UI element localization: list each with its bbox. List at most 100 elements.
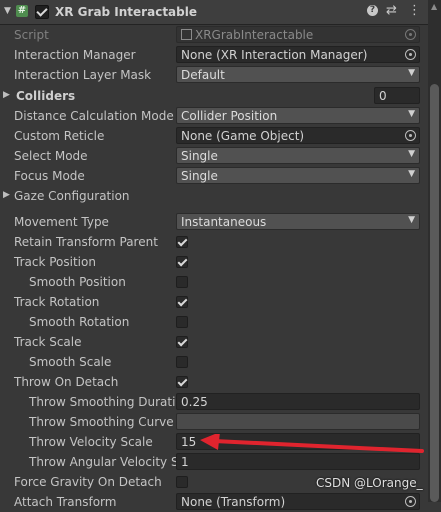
custom-reticle-field[interactable]: None (Game Object) [176, 127, 420, 144]
track-scale-checkbox[interactable] [176, 336, 188, 348]
movement-type-value: Instantaneous [181, 215, 267, 229]
label-throw-smoothing-curve: Throw Smoothing Curve [29, 415, 174, 429]
custom-reticle-value: None (Game Object) [181, 129, 305, 143]
dropdown-arrow-icon: ▼ [408, 169, 415, 179]
retain-transform-parent-checkbox[interactable] [176, 236, 188, 248]
row-select-mode: Select Mode Single ▼ [0, 146, 428, 166]
object-picker-icon[interactable] [405, 49, 416, 60]
row-interaction-layer-mask: Interaction Layer Mask Default ▼ [0, 65, 428, 85]
smooth-position-checkbox[interactable] [176, 276, 188, 288]
row-attach-transform: Attach Transform None (Transform) [0, 492, 428, 512]
dropdown-arrow-icon: ▼ [408, 68, 415, 78]
throw-on-detach-checkbox[interactable] [176, 376, 188, 388]
more-options-icon[interactable]: ⋮ [408, 4, 421, 18]
throw-smoothing-duration-input[interactable]: 0.25 [176, 393, 420, 410]
row-track-rotation: Track Rotation [0, 292, 428, 312]
inspector-scrollbar-thumb[interactable] [430, 84, 439, 502]
smooth-rotation-checkbox[interactable] [176, 316, 188, 328]
label-track-rotation: Track Rotation [14, 295, 100, 309]
scroll-up-arrow-icon[interactable]: ▲ [431, 2, 437, 11]
distance-calc-mode-value: Collider Position [181, 109, 278, 123]
fold-arrow-icon[interactable]: ▶ [3, 90, 10, 100]
component-enabled-checkbox[interactable] [35, 5, 49, 19]
throw-smoothing-curve-field[interactable] [176, 413, 420, 430]
row-retain-transform-parent: Retain Transform Parent [0, 232, 428, 252]
select-mode-dropdown[interactable]: Single ▼ [176, 147, 420, 164]
dropdown-arrow-icon: ▼ [408, 149, 415, 159]
focus-mode-dropdown[interactable]: Single ▼ [176, 167, 420, 184]
label-smooth-scale: Smooth Scale [29, 355, 112, 369]
label-script: Script [14, 28, 49, 42]
movement-type-dropdown[interactable]: Instantaneous ▼ [176, 213, 420, 230]
object-picker-icon[interactable] [405, 130, 416, 141]
row-throw-on-detach: Throw On Detach [0, 372, 428, 392]
fold-arrow-icon[interactable]: ▼ [4, 6, 11, 16]
script-component-icon: # [16, 5, 28, 17]
component-header[interactable]: ▼ # XR Grab Interactable ? ⇄ ⋮ [0, 0, 428, 25]
colliders-size-input[interactable]: 0 [374, 87, 420, 104]
label-throw-velocity-scale: Throw Velocity Scale [29, 435, 153, 449]
label-smooth-rotation: Smooth Rotation [29, 315, 130, 329]
interaction-layer-mask-value: Default [181, 68, 225, 82]
script-file-icon [181, 29, 192, 40]
dropdown-arrow-icon: ▼ [408, 109, 415, 119]
label-force-gravity-on-detach: Force Gravity On Detach [14, 475, 162, 489]
label-gaze-configuration: Gaze Configuration [14, 189, 130, 203]
object-picker-icon [405, 29, 416, 40]
row-throw-smoothing-curve: Throw Smoothing Curve [0, 412, 428, 432]
row-movement-type: Movement Type Instantaneous ▼ [0, 212, 428, 232]
label-custom-reticle: Custom Reticle [14, 129, 105, 143]
row-custom-reticle: Custom Reticle None (Game Object) [0, 126, 428, 146]
row-smooth-rotation: Smooth Rotation [0, 312, 428, 332]
label-interaction-layer-mask: Interaction Layer Mask [14, 68, 152, 82]
row-focus-mode: Focus Mode Single ▼ [0, 166, 428, 186]
row-interaction-manager: Interaction Manager None (XR Interaction… [0, 45, 428, 65]
row-smooth-scale: Smooth Scale [0, 352, 428, 372]
throw-velocity-scale-input[interactable]: 15 [176, 433, 420, 450]
label-focus-mode: Focus Mode [14, 169, 85, 183]
label-colliders: Colliders [16, 89, 76, 103]
script-value: XRGrabInteractable [195, 28, 314, 42]
label-movement-type: Movement Type [14, 215, 109, 229]
component-title: XR Grab Interactable [55, 5, 197, 19]
row-throw-smoothing-duration: Throw Smoothing Duratio 0.25 [0, 392, 428, 412]
label-distance-calc-mode: Distance Calculation Mode [14, 109, 174, 123]
presets-icon[interactable]: ⇄ [386, 4, 397, 18]
track-position-checkbox[interactable] [176, 256, 188, 268]
row-distance-calc-mode: Distance Calculation Mode Collider Posit… [0, 106, 428, 126]
script-field[interactable]: XRGrabInteractable [176, 26, 420, 43]
label-track-position: Track Position [14, 255, 96, 269]
row-gaze-configuration[interactable]: ▶ Gaze Configuration [0, 186, 428, 206]
row-track-scale: Track Scale [0, 332, 428, 352]
interaction-manager-value: None (XR Interaction Manager) [181, 48, 368, 62]
label-smooth-position: Smooth Position [29, 275, 126, 289]
row-smooth-position: Smooth Position [0, 272, 428, 292]
focus-mode-value: Single [181, 169, 218, 183]
attach-transform-value: None (Transform) [181, 495, 286, 509]
row-throw-velocity-scale: Throw Velocity Scale 15 [0, 432, 428, 452]
label-track-scale: Track Scale [14, 335, 82, 349]
label-select-mode: Select Mode [14, 149, 88, 163]
label-retain-transform-parent: Retain Transform Parent [14, 235, 158, 249]
distance-calc-mode-dropdown[interactable]: Collider Position ▼ [176, 107, 420, 124]
force-gravity-on-detach-checkbox[interactable] [176, 476, 188, 488]
interaction-manager-field[interactable]: None (XR Interaction Manager) [176, 46, 420, 63]
smooth-scale-checkbox[interactable] [176, 356, 188, 368]
track-rotation-checkbox[interactable] [176, 296, 188, 308]
help-icon[interactable]: ? [367, 5, 378, 16]
label-throw-smoothing-duration: Throw Smoothing Duratio [29, 395, 183, 409]
label-attach-transform: Attach Transform [14, 495, 117, 509]
row-throw-angular-velocity-scale: Throw Angular Velocity Sc 1 [0, 452, 428, 472]
row-script: Script XRGrabInteractable [0, 25, 428, 45]
watermark-text: CSDN @LOrange_ [316, 476, 423, 490]
label-interaction-manager: Interaction Manager [14, 48, 136, 62]
select-mode-value: Single [181, 149, 218, 163]
row-colliders[interactable]: ▶ Colliders 0 [0, 86, 428, 106]
label-throw-angular-velocity-scale: Throw Angular Velocity Sc [29, 455, 186, 469]
throw-angular-velocity-scale-input[interactable]: 1 [176, 453, 420, 470]
fold-arrow-icon[interactable]: ▶ [3, 190, 10, 200]
label-throw-on-detach: Throw On Detach [14, 375, 119, 389]
dropdown-arrow-icon: ▼ [408, 215, 415, 225]
row-track-position: Track Position [0, 252, 428, 272]
interaction-layer-mask-dropdown[interactable]: Default ▼ [176, 66, 420, 83]
